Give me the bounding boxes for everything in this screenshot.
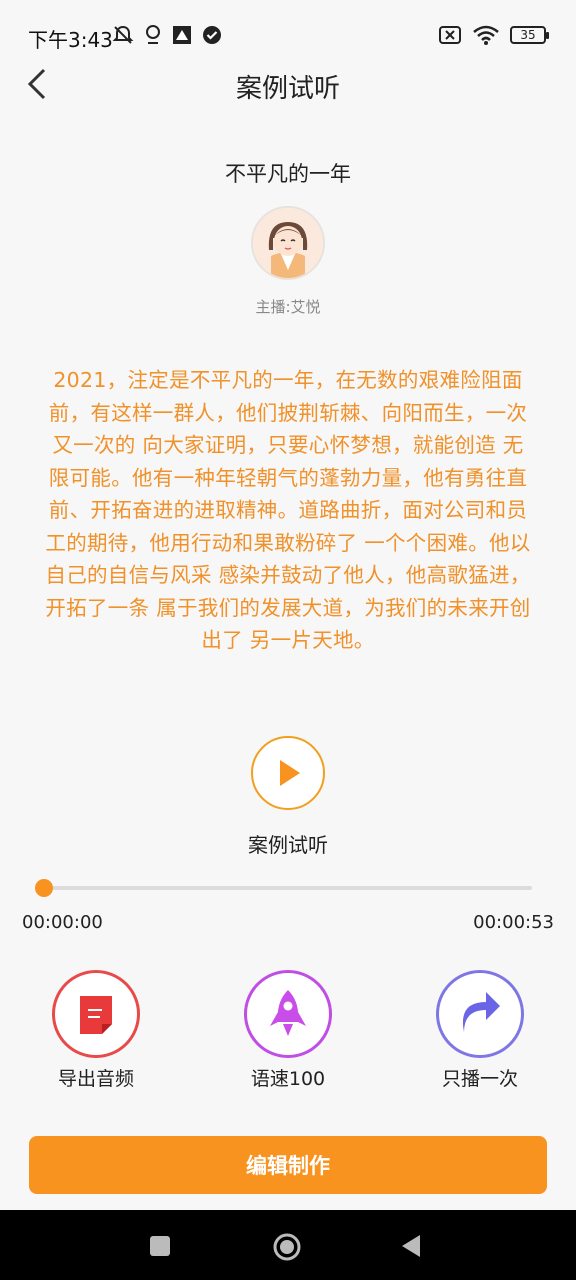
mute-bell-icon [112, 25, 134, 44]
status-time: 下午3:43 [28, 28, 113, 52]
header: 案例试听 [0, 60, 576, 110]
work-title: 不平凡的一年 [225, 162, 351, 186]
export-audio-label: 导出音频 [57, 1068, 134, 1090]
rocket-icon [270, 990, 306, 1036]
play-once-label: 只播一次 [441, 1068, 518, 1090]
status-icons-left [112, 24, 222, 46]
story-line: 工的期待，他用行动和果敢粉碎了 一个个困难。他以 [45, 530, 531, 555]
story-line: 自己的自信与风采 感染并鼓动了他人，他高歌猛进， [45, 563, 531, 587]
anchor-avatar-icon [253, 208, 323, 278]
story-line: 开拓了一条 属于我们的发展大道，为我们的未来开创 [45, 595, 531, 620]
play-button[interactable] [251, 736, 325, 810]
status-icons-right: 35 [438, 24, 549, 46]
avatar [251, 206, 325, 280]
story-line: 前，有这样一群人，他们披荆斩棘、向阳而生，一次 [48, 400, 528, 425]
play-label: 案例试听 [248, 833, 328, 857]
story-line: 前、开拓奋进的进取精神。道路曲折，面对公司和员 [48, 498, 528, 522]
back-nav-button[interactable] [398, 1232, 426, 1260]
check-circle-icon [203, 26, 221, 44]
play-once-circle [436, 970, 524, 1058]
speech-speed-button[interactable]: 语速100 [228, 970, 348, 1091]
location-icon [146, 25, 160, 44]
wifi-icon [473, 25, 499, 45]
story-text: 2021，注定是不平凡的一年，在无数的艰难险阻面 前，有这样一群人，他们披荆斩棘… [30, 364, 546, 657]
document-icon [80, 996, 112, 1034]
edit-produce-button[interactable]: 编辑制作 [29, 1136, 547, 1194]
redo-arrow-icon [462, 992, 500, 1032]
system-nav-bar [0, 1210, 576, 1280]
page-title: 案例试听 [235, 74, 340, 104]
speech-speed-label: 语速100 [250, 1068, 326, 1090]
story-line: 2021，注定是不平凡的一年，在无数的艰难险阻面 [53, 368, 523, 392]
battery-icon: 35 [510, 26, 549, 44]
app-icon [173, 26, 191, 44]
home-circle-icon [273, 1233, 301, 1261]
triangle-back-icon [402, 1235, 420, 1257]
anchor-name: 主播:艾悦 [255, 298, 321, 316]
play-icon [280, 760, 300, 786]
story-line: 又一次的 向大家证明，只要心怀梦想，就能创造 无 [52, 433, 524, 457]
progress-knob[interactable] [35, 879, 53, 897]
export-audio-circle [52, 970, 140, 1058]
battery-level: 35 [520, 28, 536, 42]
story-line: 出了 另一片天地。 [201, 628, 375, 652]
play-once-button[interactable]: 只播一次 [420, 970, 540, 1091]
progress-bar[interactable] [44, 886, 532, 890]
export-audio-button[interactable]: 导出音频 [36, 970, 156, 1091]
speech-speed-circle [244, 970, 332, 1058]
square-icon [150, 1236, 170, 1256]
home-button[interactable] [272, 1232, 301, 1261]
no-sim-icon [439, 26, 461, 44]
current-time: 00:00:00 [22, 912, 103, 933]
total-time: 00:00:53 [473, 912, 554, 933]
story-line: 限可能。他有一种年轻朝气的蓬勃力量，他有勇往直 [48, 465, 528, 490]
recent-apps-button[interactable] [146, 1232, 174, 1260]
